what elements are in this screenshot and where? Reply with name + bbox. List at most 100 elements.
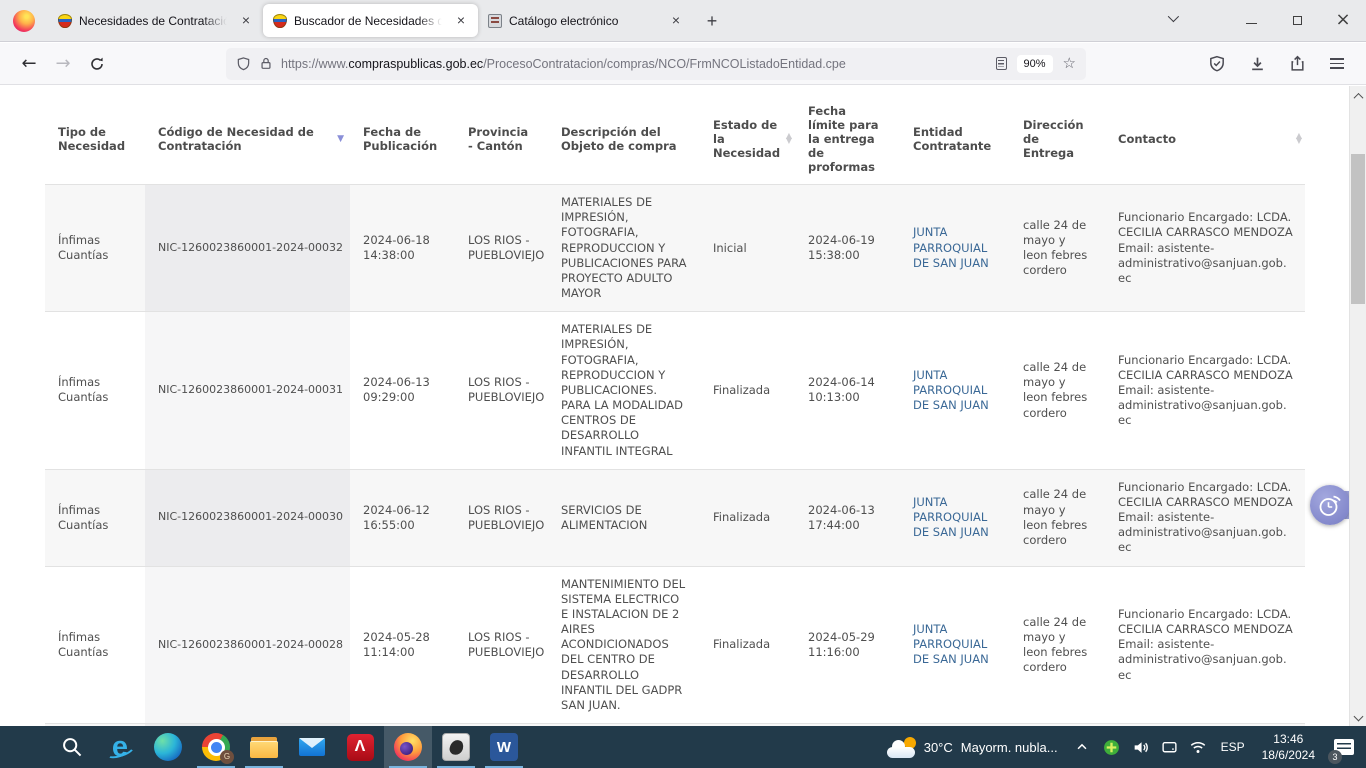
taskbar-word-button[interactable]: W xyxy=(480,726,528,768)
taskbar-firefox-button[interactable] xyxy=(384,726,432,768)
cell-direccion: calle 24 de mayo y leon febres cordero xyxy=(1010,185,1105,312)
mail-icon xyxy=(298,733,326,761)
column-header-direccion[interactable]: Dirección de Entrega xyxy=(1010,94,1105,185)
taskbar-file-explorer-button[interactable] xyxy=(240,726,288,768)
entity-link[interactable]: JUNTA PARROQUIAL DE SAN JUAN xyxy=(913,225,989,269)
cell-direccion: calle 24 de mayo y leon febres cordero xyxy=(1010,566,1105,724)
minimize-icon xyxy=(1246,23,1257,24)
cell-codigo: NIC-1260023860001-2024-00032 xyxy=(145,185,350,312)
table-row: Ínfimas CuantíasNIC-1260023860001-2024-0… xyxy=(45,185,1305,312)
column-header-descripcion[interactable]: Descripción del Objeto de compra xyxy=(548,94,700,185)
cell-fecha_limite: 2024-05-29 11:16:00 xyxy=(795,566,900,724)
display-tray-button[interactable] xyxy=(1157,726,1182,768)
sort-desc-icon[interactable]: ▼ xyxy=(337,134,344,144)
menu-button[interactable] xyxy=(1320,48,1354,80)
column-label: Estado de la Necesidad xyxy=(713,118,780,160)
ecuador-crest-favicon-icon xyxy=(58,14,72,28)
hamburger-icon xyxy=(1330,58,1344,69)
cell-entidad: JUNTA PARROQUIAL DE SAN JUAN xyxy=(900,566,1010,724)
column-header-fecha_publicacion[interactable]: Fecha de Publicación xyxy=(350,94,455,185)
protections-button[interactable] xyxy=(1200,48,1234,80)
entity-link[interactable]: JUNTA PARROQUIAL DE SAN JUAN xyxy=(913,495,989,539)
tab-close-icon[interactable]: × xyxy=(667,12,685,30)
cell-contacto: Funcionario Encargado: LCDA. CECILIA CAR… xyxy=(1105,469,1305,566)
share-button[interactable] xyxy=(1280,48,1314,80)
url-text[interactable]: https://www.compraspublicas.gob.ec/Proce… xyxy=(281,57,846,71)
language-indicator[interactable]: ESP xyxy=(1215,740,1251,754)
window-controls: × xyxy=(1228,0,1366,41)
taskbar: e Λ W 30°C Mayorm. nubla... xyxy=(0,726,1366,768)
column-header-entidad[interactable]: Entidad Contratante xyxy=(900,94,1010,185)
new-tab-button[interactable]: + xyxy=(697,6,727,36)
column-header-estado[interactable]: Estado de la Necesidad ▲▼ xyxy=(700,94,795,185)
lock-icon[interactable] xyxy=(259,56,273,71)
minimize-button[interactable] xyxy=(1228,0,1274,41)
acrobat-icon: Λ xyxy=(347,734,374,761)
close-button[interactable]: × xyxy=(1320,0,1366,41)
taskbar-capture-app-button[interactable] xyxy=(432,726,480,768)
reader-mode-icon[interactable] xyxy=(996,57,1007,70)
cell-fecha_publicacion: 2024-06-18 14:38:00 xyxy=(350,185,455,312)
scroll-up-arrow[interactable] xyxy=(1350,88,1366,104)
column-header-tipo[interactable]: Tipo de Necesidad xyxy=(45,94,145,185)
tab-3[interactable]: Catálogo electrónico× xyxy=(478,4,693,37)
taskbar-search-button[interactable] xyxy=(48,726,96,768)
scroll-down-arrow[interactable] xyxy=(1350,708,1366,724)
entity-link[interactable]: JUNTA PARROQUIAL DE SAN JUAN xyxy=(913,622,989,666)
taskbar-edge-button[interactable] xyxy=(144,726,192,768)
taskbar-internet-explorer-button[interactable]: e xyxy=(96,726,144,768)
taskbar-acrobat-button[interactable]: Λ xyxy=(336,726,384,768)
bookmark-star-icon[interactable]: ☆ xyxy=(1063,56,1076,71)
column-header-fecha_limite[interactable]: Fecha límite para la entrega de proforma… xyxy=(795,94,900,185)
sort-toggle-icon[interactable]: ▲▼ xyxy=(1296,134,1302,144)
cell-fecha_publicacion: 2024-06-12 16:55:00 xyxy=(350,469,455,566)
antivirus-tray-button[interactable] xyxy=(1099,726,1124,768)
entity-link[interactable]: JUNTA PARROQUIAL DE SAN JUAN xyxy=(913,368,989,412)
back-button[interactable]: ← xyxy=(12,48,46,80)
cell-estado: Finalizada xyxy=(700,566,795,724)
cell-descripcion: MANTENIMIENTO DEL SISTEMA ELECTRICO E IN… xyxy=(548,566,700,724)
taskbar-start-button[interactable] xyxy=(0,726,48,768)
cell-provincia_canton: LOS RIOS - PUEBLOVIEJO xyxy=(455,312,548,470)
url-bar[interactable]: https://www.compraspublicas.gob.ec/Proce… xyxy=(226,48,1086,80)
tab-1[interactable]: Necesidades de Contratación y× xyxy=(48,4,263,37)
taskbar-mail-button[interactable] xyxy=(288,726,336,768)
restore-button[interactable] xyxy=(1274,0,1320,41)
tracking-shield-icon[interactable] xyxy=(236,56,251,72)
tab-2[interactable]: Buscador de Necesidades de Co× xyxy=(263,4,478,37)
cell-fecha_limite: 2024-06-13 17:44:00 xyxy=(795,469,900,566)
notifications-button[interactable]: 3 xyxy=(1326,726,1362,768)
cell-provincia_canton: LOS RIOS - PUEBLOVIEJO xyxy=(455,469,548,566)
weather-widget[interactable]: 30°C Mayorm. nubla... xyxy=(879,737,1066,758)
downloads-button[interactable] xyxy=(1240,48,1274,80)
table-body: Ínfimas CuantíasNIC-1260023860001-2024-0… xyxy=(45,185,1305,727)
extension-floating-button[interactable] xyxy=(1310,485,1350,525)
tab-close-icon[interactable]: × xyxy=(237,12,255,30)
taskbar-chrome-button[interactable] xyxy=(192,726,240,768)
column-header-codigo[interactable]: Código de Necesidad de Contratación▼ xyxy=(145,94,350,185)
weather-condition: Mayorm. nubla... xyxy=(961,740,1058,755)
tab-close-icon[interactable]: × xyxy=(452,12,470,30)
wifi-icon xyxy=(1189,738,1207,756)
volume-tray-button[interactable] xyxy=(1128,726,1153,768)
word-icon: W xyxy=(490,733,518,761)
sort-toggle-icon[interactable]: ▲▼ xyxy=(786,134,792,144)
scrollbar-thumb[interactable] xyxy=(1351,154,1365,304)
cell-fecha_limite: 2024-06-14 10:13:00 xyxy=(795,312,900,470)
firefox-logo-icon xyxy=(13,10,35,32)
reload-button[interactable] xyxy=(80,48,114,80)
tray-expand-button[interactable] xyxy=(1070,726,1095,768)
start-icon xyxy=(11,734,37,760)
zoom-level-chip[interactable]: 90% xyxy=(1017,55,1053,73)
page-scrollbar[interactable] xyxy=(1349,86,1366,726)
cell-estado: Inicial xyxy=(700,185,795,312)
forward-button[interactable]: → xyxy=(46,48,80,80)
network-tray-button[interactable] xyxy=(1186,726,1211,768)
column-header-contacto[interactable]: Contacto▲▼ xyxy=(1105,94,1305,185)
list-all-tabs-button[interactable] xyxy=(1156,3,1188,33)
column-header-provincia_canton[interactable]: Provincia - Cantón xyxy=(455,94,548,185)
clock-widget[interactable]: 13:46 18/6/2024 xyxy=(1255,731,1322,763)
cell-provincia_canton: LOS RIOS - PUEBLOVIEJO xyxy=(455,185,548,312)
cell-fecha_publicacion: 2024-06-13 09:29:00 xyxy=(350,312,455,470)
column-label: Entidad Contratante xyxy=(913,125,991,153)
